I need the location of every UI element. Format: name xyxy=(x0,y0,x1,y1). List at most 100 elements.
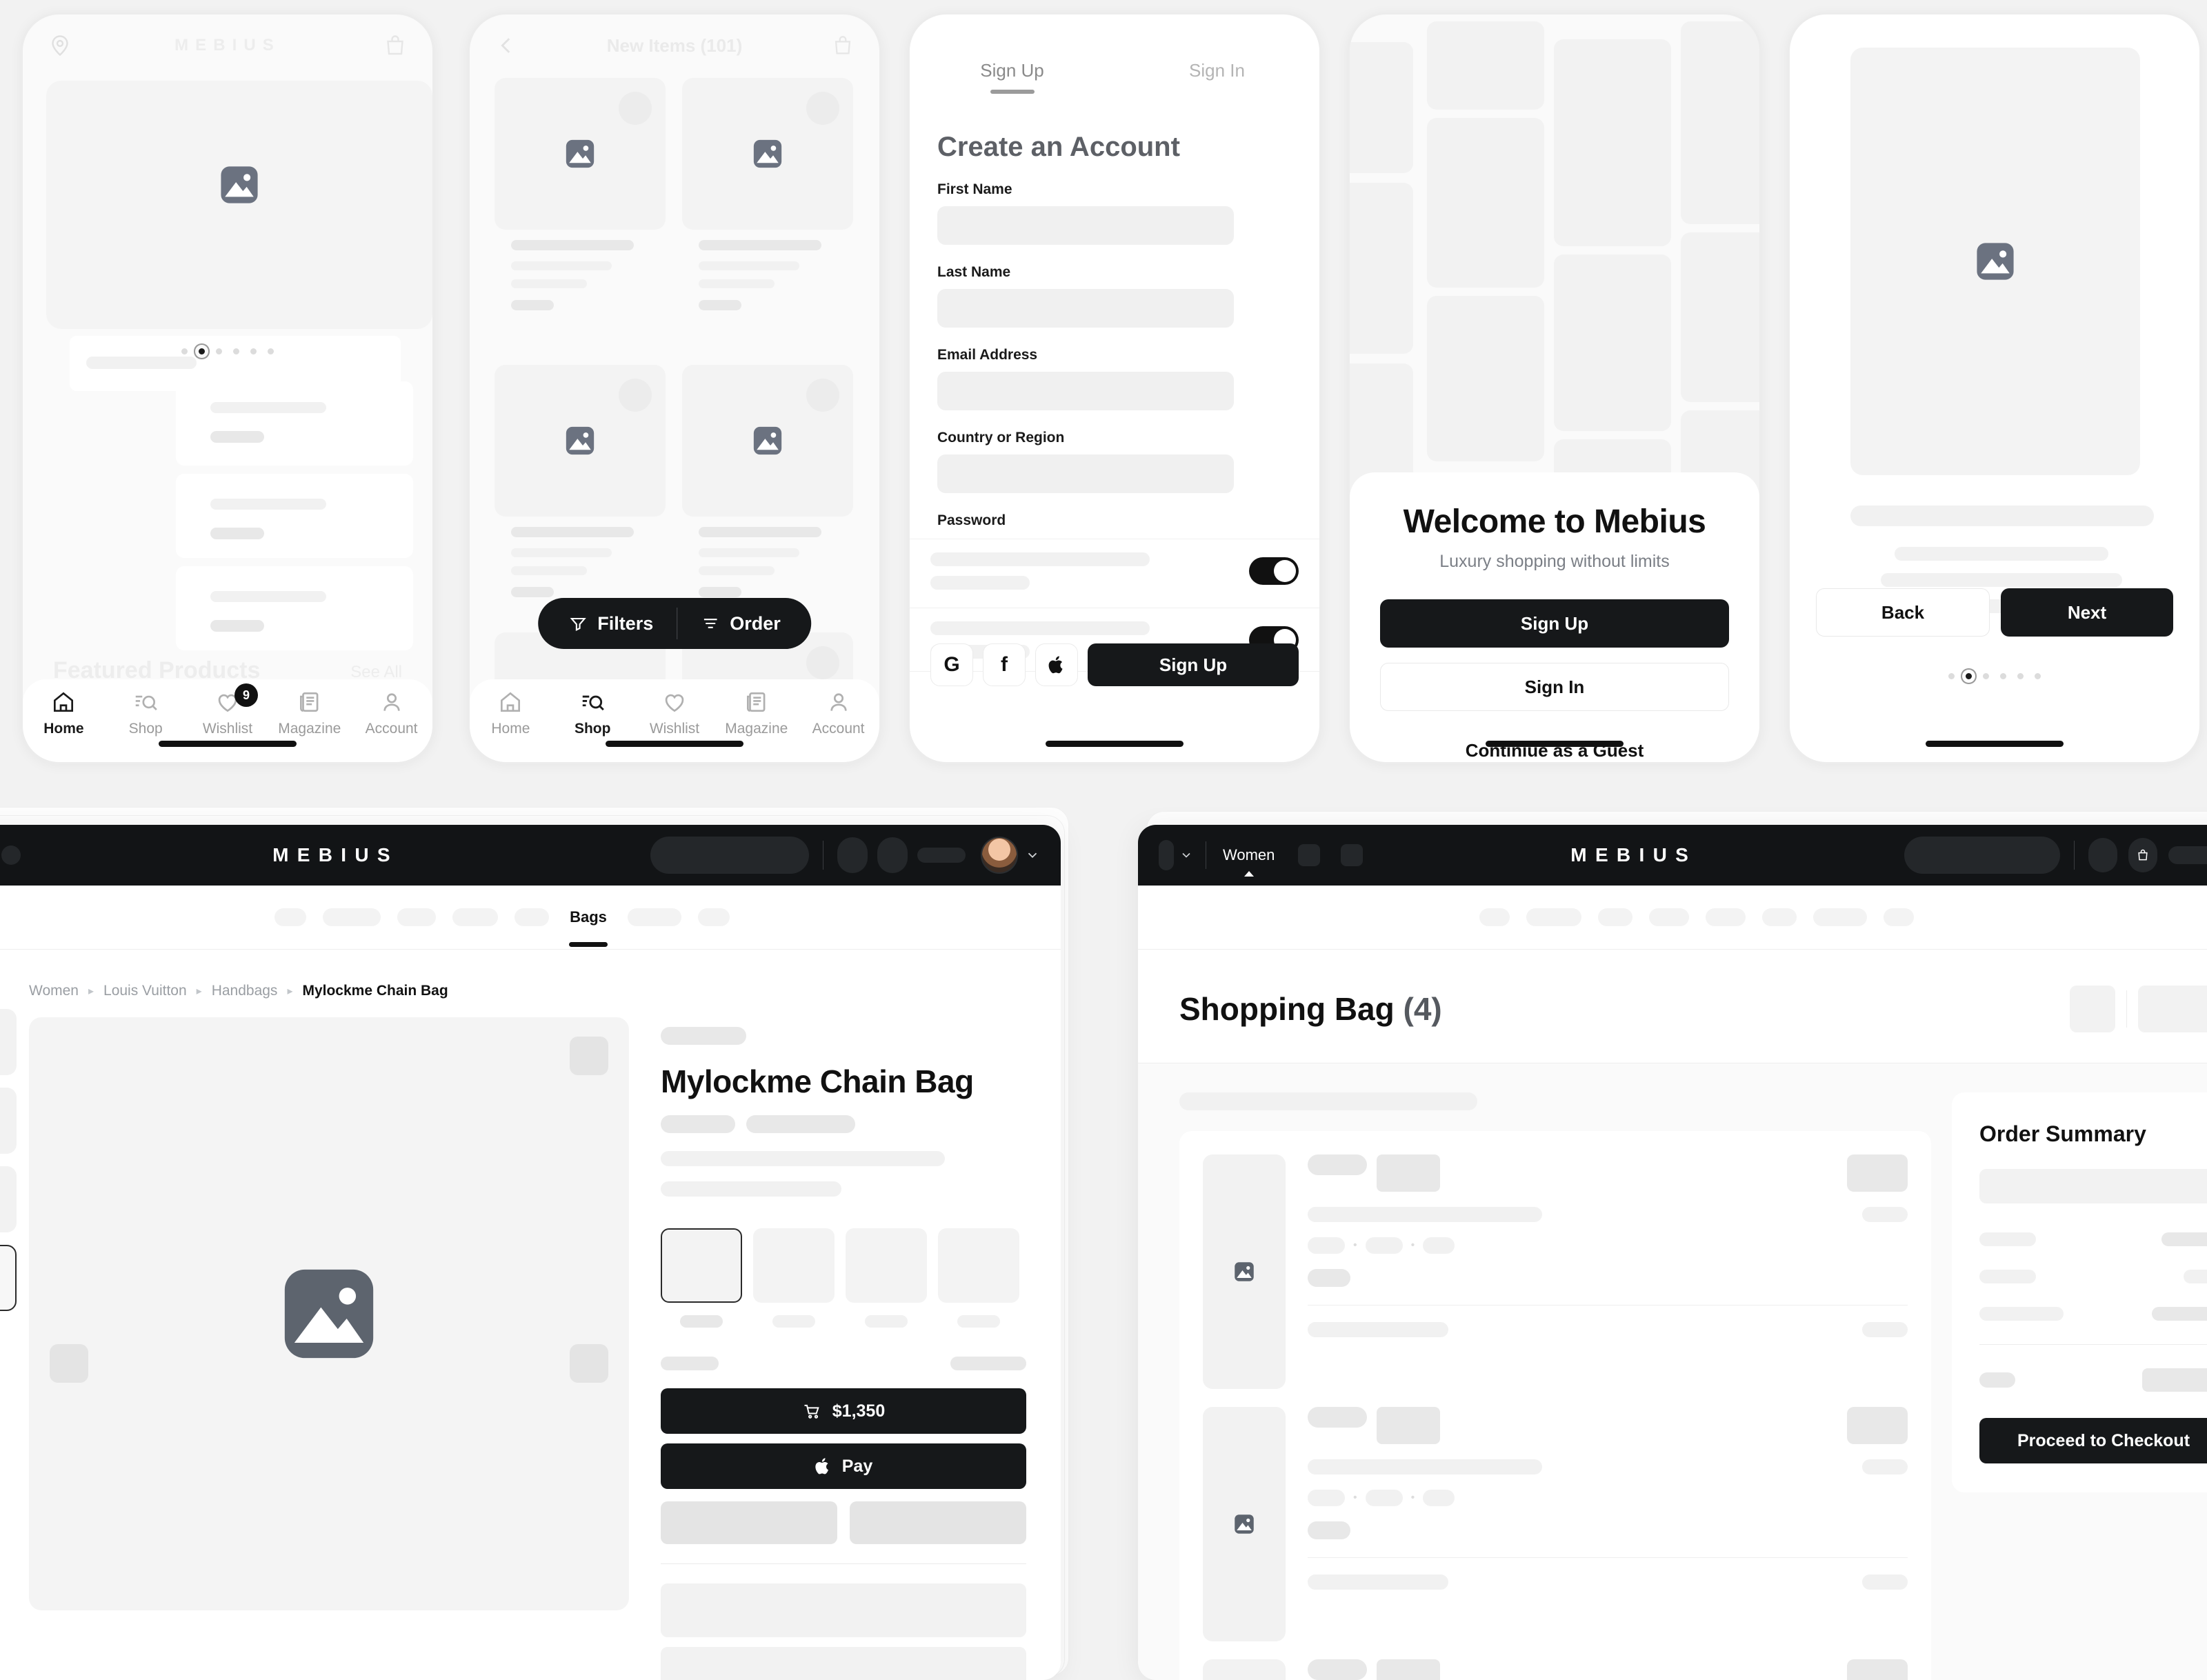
home-hero-card[interactable] xyxy=(46,81,432,391)
breadcrumb-item[interactable]: Louis Vuitton xyxy=(103,983,187,999)
thumbnail[interactable] xyxy=(0,1088,17,1154)
welcome-sign-in-button[interactable]: Sign In xyxy=(1380,663,1729,711)
item-quantity[interactable] xyxy=(1308,1521,1350,1539)
nav-pill[interactable] xyxy=(323,908,381,926)
nav-pill[interactable] xyxy=(1526,908,1581,926)
gallery-next-button[interactable] xyxy=(570,1344,608,1383)
first-name-input[interactable] xyxy=(937,206,1234,245)
wishlist-icon[interactable] xyxy=(837,837,868,873)
product-card[interactable] xyxy=(495,78,666,230)
nav-item-bags[interactable]: Bags xyxy=(566,908,611,926)
product-card[interactable] xyxy=(682,365,853,517)
chevron-down-icon[interactable] xyxy=(1179,848,1193,862)
nav-pill[interactable] xyxy=(1762,908,1797,926)
tab-home[interactable]: Home xyxy=(470,689,552,737)
home-list-item[interactable] xyxy=(176,474,413,558)
tab-wishlist[interactable]: 9 Wishlist xyxy=(187,683,269,737)
tab-sign-in[interactable]: Sign In xyxy=(1115,60,1319,94)
onboarding-dots[interactable] xyxy=(1948,673,2041,679)
location-pin-icon[interactable] xyxy=(48,33,72,58)
nav-pill[interactable] xyxy=(697,908,730,926)
tab-wishlist[interactable]: Wishlist xyxy=(634,689,716,737)
thumbnail[interactable] xyxy=(0,1009,17,1075)
item-thumbnail[interactable] xyxy=(1203,1407,1286,1641)
product-card[interactable] xyxy=(495,365,666,517)
filters-button[interactable]: Filters xyxy=(545,613,677,634)
topbar-menu-dot[interactable] xyxy=(1298,844,1321,866)
nav-pill[interactable] xyxy=(1649,908,1689,926)
thumbnail[interactable] xyxy=(0,1166,17,1232)
nav-pill[interactable] xyxy=(1884,908,1914,926)
consent-toggle-1[interactable] xyxy=(1249,557,1299,585)
avatar[interactable] xyxy=(981,837,1019,874)
product-card[interactable] xyxy=(682,78,853,230)
tab-shop[interactable]: Shop xyxy=(105,689,187,737)
nav-pill[interactable] xyxy=(274,908,307,926)
search-input[interactable] xyxy=(1904,837,2061,874)
welcome-sign-up-button[interactable]: Sign Up xyxy=(1380,599,1729,648)
shopping-bag-icon[interactable] xyxy=(383,33,408,58)
last-name-input[interactable] xyxy=(937,289,1234,328)
add-to-cart-button[interactable]: $1,350 xyxy=(661,1388,1026,1434)
shopping-bag-icon[interactable] xyxy=(831,34,855,57)
product-gallery[interactable] xyxy=(29,1017,629,1610)
home-list-item[interactable] xyxy=(176,381,413,466)
nav-pill[interactable] xyxy=(397,908,437,926)
tab-magazine[interactable]: Magazine xyxy=(268,689,350,737)
home-carousel-dots[interactable] xyxy=(181,348,274,354)
bag-icon[interactable] xyxy=(877,837,908,873)
bag-icon-button[interactable] xyxy=(2128,838,2158,872)
item-thumbnail[interactable] xyxy=(1203,1659,1286,1680)
apple-pay-button[interactable]: Pay xyxy=(661,1443,1026,1489)
swatch[interactable] xyxy=(753,1228,835,1303)
tab-sign-up[interactable]: Sign Up xyxy=(910,60,1115,94)
chevron-left-icon[interactable] xyxy=(495,34,518,57)
secondary-action[interactable] xyxy=(661,1501,837,1544)
menu-item-women[interactable]: Women xyxy=(1223,846,1275,864)
topbar-menu-dot[interactable] xyxy=(1,846,21,865)
swatch[interactable] xyxy=(846,1228,927,1303)
chevron-down-icon[interactable] xyxy=(1025,848,1040,863)
proceed-to-checkout-button[interactable]: Proceed to Checkout xyxy=(1979,1418,2207,1463)
accordion-row[interactable] xyxy=(661,1583,1026,1637)
facebook-sign-up-button[interactable]: f xyxy=(983,643,1026,686)
secondary-action[interactable] xyxy=(850,1501,1026,1544)
tab-magazine[interactable]: Magazine xyxy=(715,689,797,737)
search-input[interactable] xyxy=(650,837,810,874)
breadcrumb-item[interactable]: Women xyxy=(29,983,79,999)
item-thumbnail[interactable] xyxy=(1203,1154,1286,1389)
bag-action-button[interactable] xyxy=(2138,986,2207,1032)
tab-account[interactable]: Account xyxy=(797,689,879,737)
thumbnail-selected[interactable] xyxy=(0,1245,17,1311)
swatch[interactable] xyxy=(938,1228,1019,1303)
sign-up-submit-button[interactable]: Sign Up xyxy=(1088,643,1299,686)
order-button[interactable]: Order xyxy=(677,613,804,634)
promo-code-input[interactable] xyxy=(1979,1169,2207,1203)
wishlist-toggle[interactable] xyxy=(570,1037,608,1075)
tab-account[interactable]: Account xyxy=(350,689,432,737)
tab-shop[interactable]: Shop xyxy=(552,689,634,737)
nav-pill[interactable] xyxy=(1479,908,1510,926)
nav-pill[interactable] xyxy=(515,908,550,926)
nav-pill[interactable] xyxy=(1598,908,1632,926)
breadcrumb-item[interactable]: Handbags xyxy=(212,983,278,999)
bag-action-button[interactable] xyxy=(2070,986,2115,1032)
nav-pill[interactable] xyxy=(627,908,681,926)
swatch-selected[interactable] xyxy=(661,1228,742,1303)
nav-pill[interactable] xyxy=(1706,908,1746,926)
nav-pill[interactable] xyxy=(452,908,499,926)
accordion-row[interactable] xyxy=(661,1647,1026,1680)
google-sign-up-button[interactable]: G xyxy=(930,643,973,686)
topbar-menu-dot[interactable] xyxy=(1341,844,1364,866)
apple-sign-up-button[interactable] xyxy=(1035,643,1078,686)
back-button[interactable]: Back xyxy=(1816,588,1990,637)
country-input[interactable] xyxy=(937,454,1234,493)
nav-pill[interactable] xyxy=(1813,908,1867,926)
topbar-menu-dot[interactable] xyxy=(1159,840,1174,870)
item-quantity[interactable] xyxy=(1308,1269,1350,1287)
wishlist-icon[interactable] xyxy=(2088,838,2118,872)
tab-home[interactable]: Home xyxy=(23,689,105,737)
next-button[interactable]: Next xyxy=(2001,588,2173,637)
email-input[interactable] xyxy=(937,372,1234,410)
gallery-prev-button[interactable] xyxy=(50,1344,88,1383)
